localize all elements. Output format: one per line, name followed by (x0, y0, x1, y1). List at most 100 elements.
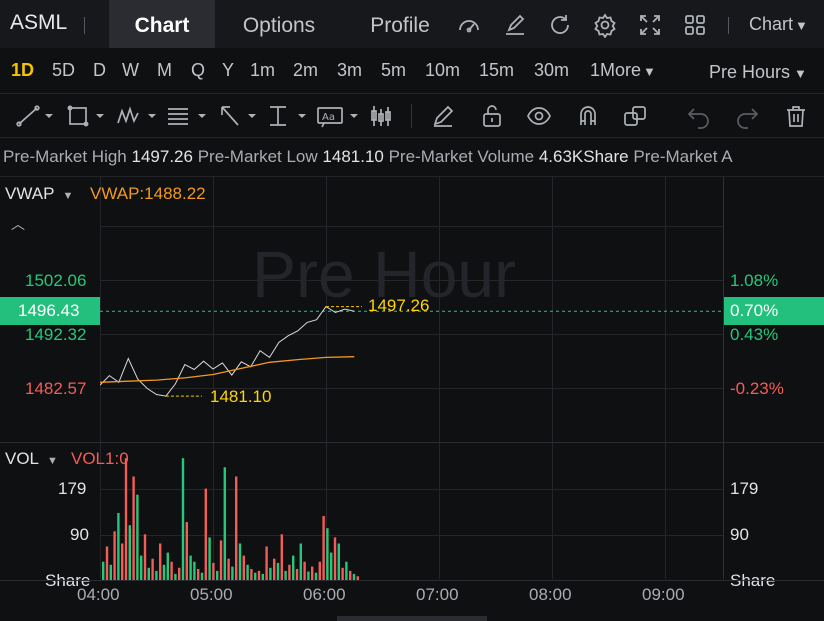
tab-profile[interactable]: Profile (350, 0, 450, 48)
price-axis-label: 1482.57 (25, 379, 87, 398)
timeframe-m[interactable]: M (157, 60, 172, 81)
rectangle-tool-icon[interactable] (66, 103, 108, 129)
indicator-selector[interactable]: VWAP ▼ (5, 184, 73, 204)
eye-icon[interactable] (526, 103, 552, 129)
text-tool-icon[interactable]: Aa (316, 103, 362, 129)
timeframe-w[interactable]: W (122, 60, 139, 81)
divider (728, 17, 729, 34)
chart-scrollbar[interactable] (337, 616, 487, 621)
volume-bar (143, 534, 147, 580)
caret-down-icon: ▼ (643, 64, 656, 79)
timeframe-5m[interactable]: 5m (381, 60, 406, 81)
trash-icon[interactable] (783, 103, 809, 129)
timeframe-30m[interactable]: 30m (534, 60, 569, 81)
volume-bar (189, 555, 192, 580)
redo-icon[interactable] (734, 103, 760, 129)
percent-axis-label: 1.08% (730, 271, 779, 290)
trend-line-tool-icon[interactable] (16, 103, 56, 129)
volume-axis-label: 179 (730, 479, 759, 498)
refresh-icon[interactable] (547, 12, 573, 38)
volume-bar (117, 513, 120, 580)
volume-bar (136, 494, 139, 580)
magnet-icon[interactable] (575, 103, 601, 129)
volume-bar (204, 488, 207, 580)
copy-icon[interactable] (622, 103, 648, 129)
timeframe-more-dropdown[interactable]: 1More ▼ (590, 60, 656, 81)
timeframe-5d[interactable]: 5D (52, 60, 75, 81)
volume-bar (299, 543, 302, 580)
volume-bar (181, 458, 185, 580)
volume-bar (105, 546, 109, 580)
time-axis-label: 07:00 (416, 585, 459, 604)
timeframe-1m[interactable]: 1m (250, 60, 275, 81)
volume-chart[interactable] (100, 443, 723, 580)
speedometer-icon[interactable] (456, 12, 482, 38)
timeframe-y[interactable]: Y (222, 60, 234, 81)
volume-bar (178, 567, 181, 580)
volume-bar (349, 570, 352, 580)
axis-line (723, 177, 724, 579)
timeframe-15m[interactable]: 15m (479, 60, 514, 81)
volume-bar (257, 570, 261, 580)
tab-options[interactable]: Options (226, 0, 332, 48)
stat-label: Pre-Market Low (197, 147, 318, 166)
volume-bar (235, 476, 238, 580)
volume-indicator-selector[interactable]: VOL ▼ (5, 449, 58, 469)
unlock-icon[interactable] (479, 103, 505, 129)
volume-bar (345, 561, 348, 580)
timeframe-3m[interactable]: 3m (337, 60, 362, 81)
volume-bar (337, 543, 340, 580)
fullscreen-icon[interactable] (637, 12, 663, 38)
timeframe-10m[interactable]: 10m (425, 60, 460, 81)
chart-type-dropdown[interactable]: Chart ▼ (749, 14, 808, 35)
volume-bar (307, 571, 310, 580)
stat-label: Pre-Market A (633, 147, 733, 166)
stat-value: 4.63KShare (538, 147, 629, 166)
tab-chart[interactable]: Chart (109, 0, 215, 48)
time-axis-label: 04:00 (77, 585, 120, 604)
chart-type-label: Chart (749, 14, 794, 34)
volume-bar (238, 543, 242, 580)
volume-bar (155, 570, 158, 580)
timeframe-d[interactable]: D (93, 60, 106, 81)
last-price-tag: 1496.43 (0, 297, 100, 325)
symbol-label[interactable]: ASML (10, 11, 67, 35)
pre-market-stats: Pre-Market High 1497.26 Pre-Market Low 1… (3, 147, 733, 167)
edit-icon[interactable] (502, 12, 528, 38)
volume-bar (151, 558, 154, 580)
grid-icon[interactable] (682, 12, 708, 38)
volume-bar (216, 570, 219, 580)
timeframe-1d[interactable]: 1D (11, 60, 34, 81)
session-dropdown[interactable]: Pre Hours ▼ (709, 62, 807, 83)
volume-axis-label: 90 (730, 525, 749, 544)
settings-icon[interactable] (592, 12, 618, 39)
timeframe-q[interactable]: Q (191, 60, 205, 81)
divider (84, 17, 85, 34)
timeframe-2m[interactable]: 2m (293, 60, 318, 81)
volume-bar (227, 558, 230, 580)
measure-tool-icon[interactable] (268, 103, 310, 129)
svg-text:Aa: Aa (322, 112, 335, 123)
collapse-chevron-icon[interactable]: ︿ (11, 214, 25, 234)
pattern-tool-icon[interactable] (116, 103, 160, 129)
arrow-tool-icon[interactable] (218, 103, 260, 129)
volume-bar (140, 555, 143, 580)
volume-bar (284, 570, 287, 580)
volume-bar (219, 540, 223, 580)
undo-icon[interactable] (686, 103, 712, 129)
volume-bar (147, 567, 150, 580)
volume-bar (326, 528, 329, 580)
volume-bar (185, 522, 188, 580)
pencil-icon[interactable] (430, 103, 456, 129)
divider (411, 104, 412, 128)
volume-bar (170, 561, 173, 580)
fibonacci-tool-icon[interactable] (166, 103, 210, 129)
volume-bar (273, 558, 276, 580)
candlestick-tool-icon[interactable] (369, 103, 393, 129)
high-price-label: 1497.26 (368, 296, 430, 315)
volume-bar (292, 555, 295, 580)
time-axis-label: 05:00 (190, 585, 233, 604)
caret-down-icon: ▼ (794, 66, 807, 81)
volume-bar (242, 555, 245, 580)
price-line (100, 305, 355, 397)
